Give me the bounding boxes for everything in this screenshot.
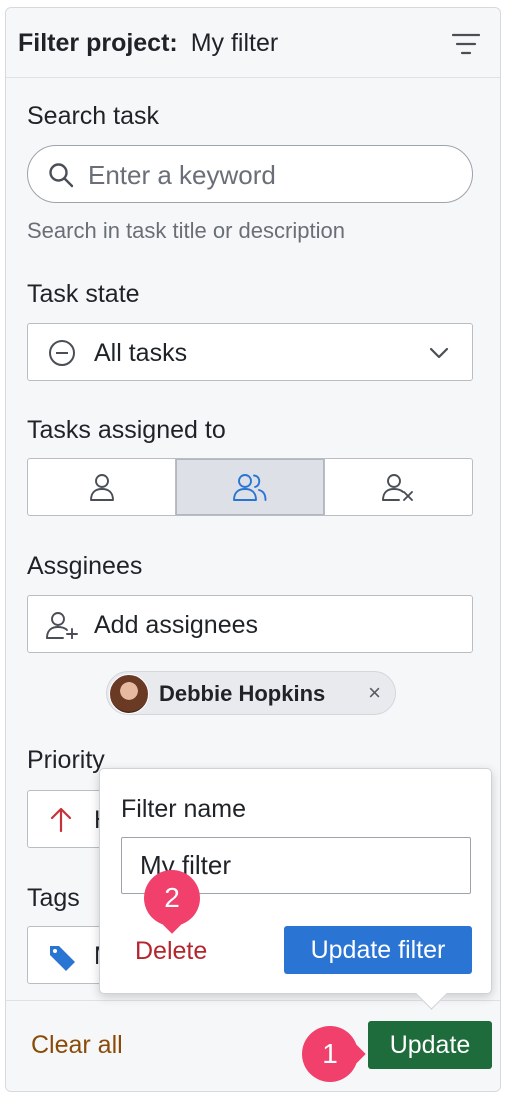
user-x-icon — [382, 474, 414, 501]
delete-button[interactable]: Delete — [135, 937, 207, 966]
task-state-value: All tasks — [94, 339, 188, 367]
filter-lines-icon[interactable] — [452, 32, 480, 56]
tag-icon — [50, 946, 75, 971]
unassigned-option[interactable] — [325, 459, 472, 515]
minus-circle-icon — [49, 340, 75, 366]
users-icon — [233, 474, 267, 501]
clear-all-link[interactable]: Clear all — [31, 1031, 123, 1060]
assigned-to-me-option[interactable] — [28, 459, 177, 515]
priority-label: Priority — [27, 746, 105, 774]
add-assignees-label: Add assignees — [94, 611, 259, 639]
badge-number: 1 — [322, 1038, 338, 1069]
search-label: Search task — [27, 102, 160, 130]
step-badge-1: 1 — [302, 1026, 366, 1082]
header-label: Filter project: — [18, 29, 178, 57]
user-icon — [89, 474, 114, 501]
assignee-chip: Debbie Hopkins × — [106, 671, 396, 715]
search-icon — [49, 163, 74, 188]
header-title: Filter project: My filter — [18, 29, 278, 58]
remove-chip-icon[interactable]: × — [368, 680, 381, 706]
assignee-name: Debbie Hopkins — [159, 681, 326, 706]
assignees-label: Assginees — [27, 552, 143, 580]
arrow-up-icon — [50, 807, 72, 833]
step-badge-2: 2 — [144, 870, 200, 934]
filter-name-label: Filter name — [121, 795, 247, 823]
task-state-select[interactable]: All tasks — [27, 323, 473, 381]
task-state-label: Task state — [27, 280, 140, 308]
assigned-to-toggle — [27, 458, 473, 516]
user-plus-icon — [46, 612, 78, 639]
search-help: Search in task title or description — [27, 218, 345, 243]
panel-header: Filter project: My filter — [6, 8, 500, 78]
assigned-to-label: Tasks assigned to — [27, 416, 226, 444]
assigned-to-others-option[interactable] — [176, 459, 325, 515]
badge-number: 2 — [164, 882, 180, 913]
update-button[interactable]: Update — [368, 1021, 492, 1069]
search-box[interactable] — [27, 145, 473, 203]
chevron-down-icon — [429, 347, 449, 359]
search-input[interactable] — [86, 154, 450, 196]
avatar — [109, 674, 149, 714]
tags-label: Tags — [27, 884, 80, 912]
add-assignees-button[interactable]: Add assignees — [27, 595, 473, 653]
update-filter-button[interactable]: Update filter — [284, 926, 472, 974]
header-filter-name: My filter — [190, 29, 279, 57]
panel-footer: Clear all Update — [6, 1000, 500, 1091]
